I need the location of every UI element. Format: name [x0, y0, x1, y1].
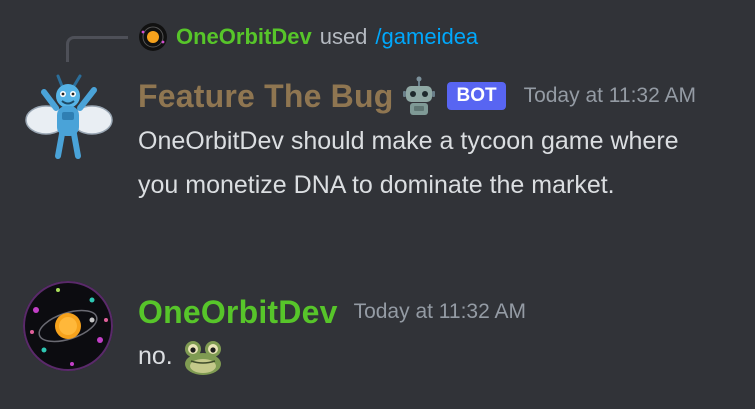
message-header: OneOrbitDev Today at 11:32 AM	[138, 292, 526, 332]
message-content: no.	[138, 334, 225, 378]
message-timestamp[interactable]: Today at 11:32 AM	[354, 300, 526, 324]
reply-connector	[66, 36, 128, 62]
author-name[interactable]: Feature The Bug	[138, 78, 393, 115]
bug-avatar-icon[interactable]	[22, 72, 114, 164]
chat-area: OneOrbitDev used /gameidea Feature The B…	[0, 0, 755, 409]
interaction-used-text: used	[319, 24, 368, 49]
message-content: OneOrbitDev should make a tycoon game wh…	[138, 127, 679, 199]
message-text: no.	[138, 342, 173, 370]
command-interaction: OneOrbitDev used /gameidea	[138, 22, 478, 52]
frog-emoji-icon	[184, 341, 221, 375]
slash-command-name[interactable]: /gameidea	[375, 24, 478, 50]
message-timestamp[interactable]: Today at 11:32 AM	[524, 84, 696, 108]
interaction-username[interactable]: OneOrbitDev	[176, 24, 312, 50]
robot-icon	[403, 76, 436, 115]
author-name[interactable]: OneOrbitDev	[138, 294, 338, 331]
orbit-avatar-icon[interactable]	[22, 280, 114, 372]
bot-badge: BOT	[447, 82, 506, 110]
orbit-avatar-small-icon[interactable]	[138, 22, 168, 52]
message-header: Feature The Bug BOT Today at 11:32 AM	[138, 74, 696, 118]
